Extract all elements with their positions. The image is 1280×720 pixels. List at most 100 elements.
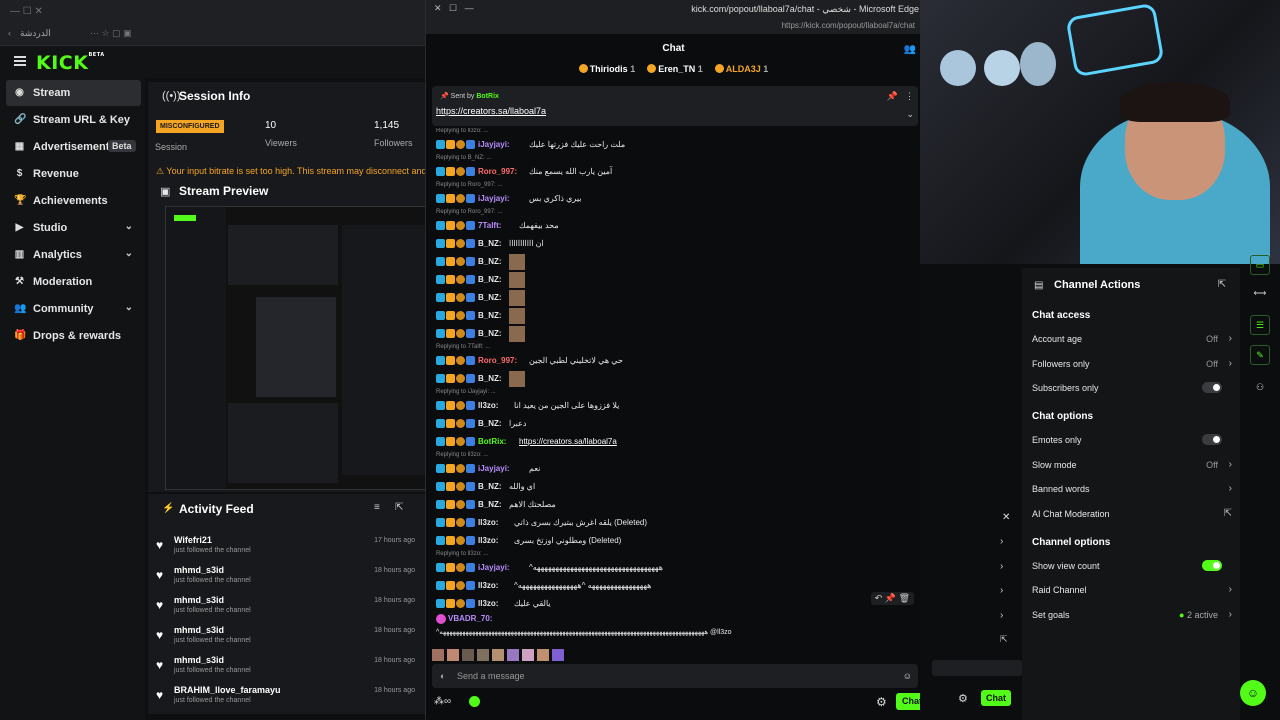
window-control-icon[interactable]: — ☐ ✕ [10, 6, 43, 17]
feed-user[interactable]: Wifefri21 [174, 535, 212, 545]
message-user[interactable]: iJayjayi: [478, 140, 510, 149]
message-user[interactable]: VBADR_70: [448, 614, 492, 623]
setting-ai-chat-moderation[interactable]: AI Chat Moderation ⇱ [1032, 508, 1232, 527]
message-actions[interactable]: ↶ 📌 🗑 [870, 592, 914, 605]
top-gifter[interactable]: Eren_TN 1 [647, 64, 703, 74]
close-icon[interactable]: ✕ [1002, 512, 1010, 523]
message-user[interactable]: B_NZ: [478, 329, 502, 338]
sidebar-item-stream[interactable]: ◉ Stream [6, 80, 141, 106]
message-text[interactable]: https://creators.sa/llaboal7a [519, 437, 617, 446]
kick-logo[interactable]: KICKBETA [36, 52, 105, 74]
chevron-right-icon[interactable]: › [1000, 561, 1003, 572]
emote-bar[interactable] [432, 646, 632, 662]
rail-button-5[interactable]: ⚇ [1250, 378, 1270, 398]
rail-button-4[interactable]: ✎ [1250, 345, 1270, 365]
message-user[interactable]: B_NZ: [478, 275, 502, 284]
setting-banned-words[interactable]: Banned words › [1032, 483, 1232, 502]
sidebar-item-stream-url-key[interactable]: 🔗 Stream URL & Key [6, 107, 141, 133]
pinned-link[interactable]: https://creators.sa/llaboal7a [436, 106, 546, 116]
feed-user[interactable]: mhmd_s3id [174, 565, 224, 575]
toggle-switch[interactable] [1202, 382, 1222, 393]
delete-icon[interactable]: 🗑 [899, 593, 910, 603]
sidebar-item-advertisement[interactable]: ▦ Advertisement Beta [6, 134, 141, 160]
message-user[interactable]: ll3zo: [478, 536, 498, 545]
message-user[interactable]: B_NZ: [478, 419, 502, 428]
reply-icon[interactable]: ↶ [875, 593, 883, 603]
message-user[interactable]: ll3zo: [478, 401, 498, 410]
chat-url[interactable]: https://kick.com/popout/llaboal7a/chat [782, 21, 915, 30]
setting-followers-only[interactable]: Followers only Off › [1032, 358, 1232, 377]
message-user[interactable]: B_NZ: [478, 374, 502, 383]
setting-account-age[interactable]: Account age Off › [1032, 333, 1232, 352]
chevron-down-icon[interactable]: ⌄ [125, 302, 133, 313]
top-gifter[interactable]: Thiriodis 1 [578, 64, 635, 74]
chat-input[interactable]: ◐ Send a message ☺ [432, 664, 918, 688]
message-user[interactable]: iJayjayi: [478, 464, 510, 473]
feed-user[interactable]: BRAHIM_llove_faramayu [174, 685, 281, 695]
setting-subscribers-only[interactable]: Subscribers only [1032, 382, 1232, 401]
feed-user[interactable]: mhmd_s3id [174, 595, 224, 605]
help-icon[interactable]: ☺ [1240, 680, 1266, 706]
chat-urlbar[interactable]: https://kick.com/popout/llaboal7a/chat [426, 18, 921, 34]
kick-coin-icon[interactable] [469, 696, 480, 707]
sidebar-item-achievements[interactable]: 🏆 Achievements [6, 188, 141, 214]
pin-icon[interactable]: 📌 [885, 593, 896, 603]
menu-icon[interactable] [14, 56, 26, 66]
filter-icon[interactable]: ≡ [374, 502, 380, 513]
top-gifter[interactable]: ALDA3J 1 [714, 64, 768, 74]
infinity-icon[interactable]: ⁂∞ [434, 696, 451, 707]
message-user[interactable]: B_NZ: [478, 239, 502, 248]
popout-icon[interactable]: ⇱ [395, 502, 403, 513]
chevron-down-icon[interactable]: ⌄ [906, 109, 914, 120]
toolbar-icons[interactable]: ⋯ ☆ ▢ ▣ [90, 28, 132, 39]
chevron-right-icon[interactable]: › [1000, 585, 1003, 596]
message-user[interactable]: ll3zo: [478, 599, 498, 608]
feed-user[interactable]: mhmd_s3id [174, 655, 224, 665]
settings-icon[interactable]: ⚙ [876, 695, 887, 709]
sidebar-item-community[interactable]: 👥 Community ⌄ [6, 296, 141, 322]
setting-emotes-only[interactable]: Emotes only [1032, 434, 1232, 453]
settings-icon[interactable]: ⚙ [958, 692, 968, 705]
stream-preview-video[interactable] [165, 206, 430, 490]
message-user[interactable]: ll3zo: [478, 581, 498, 590]
back-icon[interactable]: ‹ [8, 28, 11, 38]
rail-button-3[interactable]: ☰ [1250, 315, 1270, 335]
smile-icon[interactable]: ☺ [903, 671, 912, 681]
toggle-switch[interactable] [1202, 559, 1222, 571]
sidebar-item-drops-rewards[interactable]: 🎁 Drops & rewards [6, 323, 141, 349]
toggle-switch[interactable] [1202, 434, 1222, 445]
message-user[interactable]: B_NZ: [478, 500, 502, 509]
sidebar-item-studio[interactable]: ▶ Studio ⌄ [6, 215, 141, 241]
mini-chat-input[interactable] [932, 660, 1022, 676]
pin-icon[interactable]: 📌 [887, 91, 898, 102]
message-user[interactable]: iJayjayi: [478, 194, 510, 203]
message-user[interactable]: B_NZ: [478, 293, 502, 302]
browser-tab-label[interactable]: الدردشة [20, 28, 51, 39]
message-user[interactable]: B_NZ: [478, 257, 502, 266]
message-user[interactable]: BotRix: [478, 437, 506, 446]
message-user[interactable]: B_NZ: [478, 482, 502, 491]
users-icon[interactable]: 👥 [904, 44, 916, 55]
chevron-right-icon[interactable]: › [1000, 536, 1003, 547]
chevron-right-icon[interactable]: › [1000, 610, 1003, 621]
message-user[interactable]: ll3zo: [478, 518, 498, 527]
feed-user[interactable]: mhmd_s3id [174, 625, 224, 635]
message-user[interactable]: Roro_997: [478, 167, 517, 176]
message-user[interactable]: iJayjayi: [478, 563, 510, 572]
sidebar-item-moderation[interactable]: ⚒ Moderation [6, 269, 141, 295]
pinned-message[interactable]: 📌 Sent by BotRix https://creators.sa/lla… [432, 86, 918, 126]
popout-icon[interactable]: ⇱ [1218, 279, 1226, 290]
sidebar-item-analytics[interactable]: ▥ Analytics ⌄ [6, 242, 141, 268]
chevron-down-icon[interactable]: ⌄ [125, 221, 133, 232]
setting-raid-channel[interactable]: Raid Channel › [1032, 584, 1232, 603]
message-user[interactable]: B_NZ: [478, 311, 502, 320]
chevron-down-icon[interactable]: ⌄ [125, 248, 133, 259]
setting-set-goals[interactable]: Set goals ● 2 active › [1032, 609, 1232, 628]
right-chat-button[interactable]: Chat [981, 690, 1011, 706]
rail-button-1[interactable]: ▭ [1250, 255, 1270, 275]
more-icon[interactable]: ⋮ [905, 91, 914, 102]
emoji-icon[interactable]: ◐ [440, 671, 445, 681]
setting-slow-mode[interactable]: Slow mode Off › [1032, 459, 1232, 478]
external-link-icon[interactable]: ⇱ [1000, 634, 1008, 645]
rail-button-2[interactable]: ⟷ [1250, 284, 1270, 304]
